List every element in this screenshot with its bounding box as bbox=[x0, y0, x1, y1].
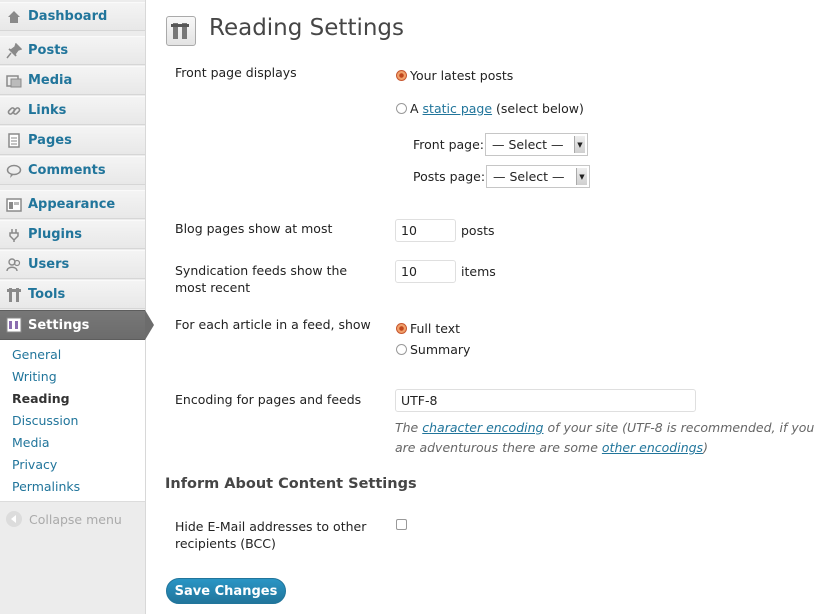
bcc-checkbox[interactable] bbox=[396, 519, 407, 530]
submenu-permalinks[interactable]: Permalinks bbox=[12, 479, 80, 494]
desc-text: The bbox=[395, 420, 419, 435]
menu-label: Pages bbox=[28, 133, 72, 148]
settings-icon bbox=[5, 316, 23, 334]
submenu-reading[interactable]: Reading bbox=[12, 391, 70, 406]
menu-posts[interactable]: Posts bbox=[0, 36, 145, 65]
menu-label: Users bbox=[28, 257, 70, 272]
menu-links[interactable]: Links bbox=[0, 96, 145, 125]
submenu-privacy[interactable]: Privacy bbox=[12, 457, 57, 472]
submenu-writing[interactable]: Writing bbox=[12, 369, 57, 384]
section-title: Inform About Content Settings bbox=[165, 476, 417, 492]
submenu-general[interactable]: General bbox=[12, 347, 61, 362]
dropdown-arrow-icon: ▼ bbox=[574, 136, 585, 153]
feed-article-label: For each article in a feed, show bbox=[175, 317, 371, 332]
collapse-arrow-icon bbox=[6, 511, 22, 527]
menu-users[interactable]: Users bbox=[0, 250, 145, 279]
front-page-displays-label: Front page displays bbox=[175, 65, 297, 80]
media-icon bbox=[5, 72, 23, 90]
encoding-description: The character encoding of your site (UTF… bbox=[395, 418, 821, 458]
menu-label: Settings bbox=[28, 317, 90, 333]
pin-icon bbox=[5, 42, 23, 60]
blog-pages-label: Blog pages show at most bbox=[175, 221, 333, 236]
menu-label: Dashboard bbox=[28, 9, 108, 24]
summary-option[interactable]: Summary bbox=[396, 342, 470, 357]
menu-pages[interactable]: Pages bbox=[0, 126, 145, 155]
menu-label: Tools bbox=[28, 287, 66, 302]
syndication-feeds-label: Syndication feeds show the most recent bbox=[175, 263, 348, 295]
front-page-select[interactable]: — Select — ▼ bbox=[485, 133, 588, 156]
static-suffix: (select below) bbox=[496, 101, 584, 116]
dashboard-icon bbox=[5, 8, 23, 26]
full-text-label: Full text bbox=[410, 321, 461, 336]
page-title: Reading Settings bbox=[209, 15, 405, 41]
plug-icon bbox=[5, 226, 23, 244]
submenu-discussion[interactable]: Discussion bbox=[12, 413, 78, 428]
submenu-media[interactable]: Media bbox=[12, 435, 50, 450]
save-changes-button[interactable]: Save Changes bbox=[166, 578, 286, 604]
menu-media[interactable]: Media bbox=[0, 66, 145, 95]
dropdown-arrow-icon: ▼ bbox=[576, 168, 587, 185]
settings-page-icon bbox=[166, 16, 196, 46]
other-encodings-link[interactable]: other encodings bbox=[602, 440, 703, 455]
static-page-link[interactable]: static page bbox=[423, 101, 493, 116]
encoding-input[interactable] bbox=[395, 389, 696, 412]
latest-posts-label: Your latest posts bbox=[410, 68, 514, 83]
menu-label: Links bbox=[28, 103, 67, 118]
menu-dashboard[interactable]: Dashboard bbox=[0, 2, 145, 31]
front-page-select-value: — Select — bbox=[492, 137, 564, 152]
summary-label: Summary bbox=[410, 342, 471, 357]
character-encoding-link[interactable]: character encoding bbox=[422, 420, 543, 435]
full-text-radio[interactable] bbox=[396, 323, 407, 334]
posts-page-select-value: — Select — bbox=[493, 169, 565, 184]
tools-icon bbox=[5, 286, 23, 304]
collapse-label: Collapse menu bbox=[29, 511, 122, 527]
admin-sidebar: Dashboard Posts Media Links Pages Commen… bbox=[0, 0, 154, 614]
latest-posts-option[interactable]: Your latest posts bbox=[396, 68, 513, 83]
menu-label: Appearance bbox=[28, 197, 116, 212]
menu-label: Comments bbox=[28, 163, 106, 178]
appearance-icon bbox=[5, 196, 23, 214]
feed-items-input[interactable] bbox=[395, 260, 456, 283]
comment-icon bbox=[5, 162, 23, 180]
users-icon bbox=[5, 256, 23, 274]
menu-comments[interactable]: Comments bbox=[0, 156, 145, 185]
main-content: Reading Settings Front page displays You… bbox=[146, 0, 824, 614]
posts-suffix: posts bbox=[461, 223, 495, 238]
menu-tools[interactable]: Tools bbox=[0, 280, 145, 309]
posts-per-page-input[interactable] bbox=[395, 219, 456, 242]
items-suffix: items bbox=[461, 264, 496, 279]
summary-radio[interactable] bbox=[396, 344, 407, 355]
static-page-option[interactable]: A static page (select below) bbox=[396, 101, 584, 116]
link-icon bbox=[5, 102, 23, 120]
collapse-menu-button[interactable]: Collapse menu bbox=[6, 511, 122, 527]
pages-icon bbox=[5, 132, 23, 150]
encoding-label: Encoding for pages and feeds bbox=[175, 392, 362, 407]
menu-settings[interactable]: Settings bbox=[0, 310, 145, 340]
menu-label: Media bbox=[28, 73, 73, 88]
menu-label: Posts bbox=[28, 43, 69, 58]
latest-posts-radio[interactable] bbox=[396, 70, 407, 81]
posts-page-select[interactable]: — Select — ▼ bbox=[486, 165, 590, 188]
full-text-option[interactable]: Full text bbox=[396, 321, 460, 336]
bcc-label: Hide E-Mail addresses to other recipient… bbox=[175, 519, 367, 551]
posts-page-select-label: Posts page: bbox=[413, 169, 486, 184]
static-prefix: A bbox=[410, 101, 419, 116]
menu-appearance[interactable]: Appearance bbox=[0, 190, 145, 219]
front-page-select-label: Front page: bbox=[413, 137, 485, 152]
static-page-radio[interactable] bbox=[396, 103, 407, 114]
menu-label: Plugins bbox=[28, 227, 82, 242]
settings-submenu: General Writing Reading Discussion Media… bbox=[0, 340, 145, 502]
desc-text: ) bbox=[703, 440, 708, 455]
menu-plugins[interactable]: Plugins bbox=[0, 220, 145, 249]
